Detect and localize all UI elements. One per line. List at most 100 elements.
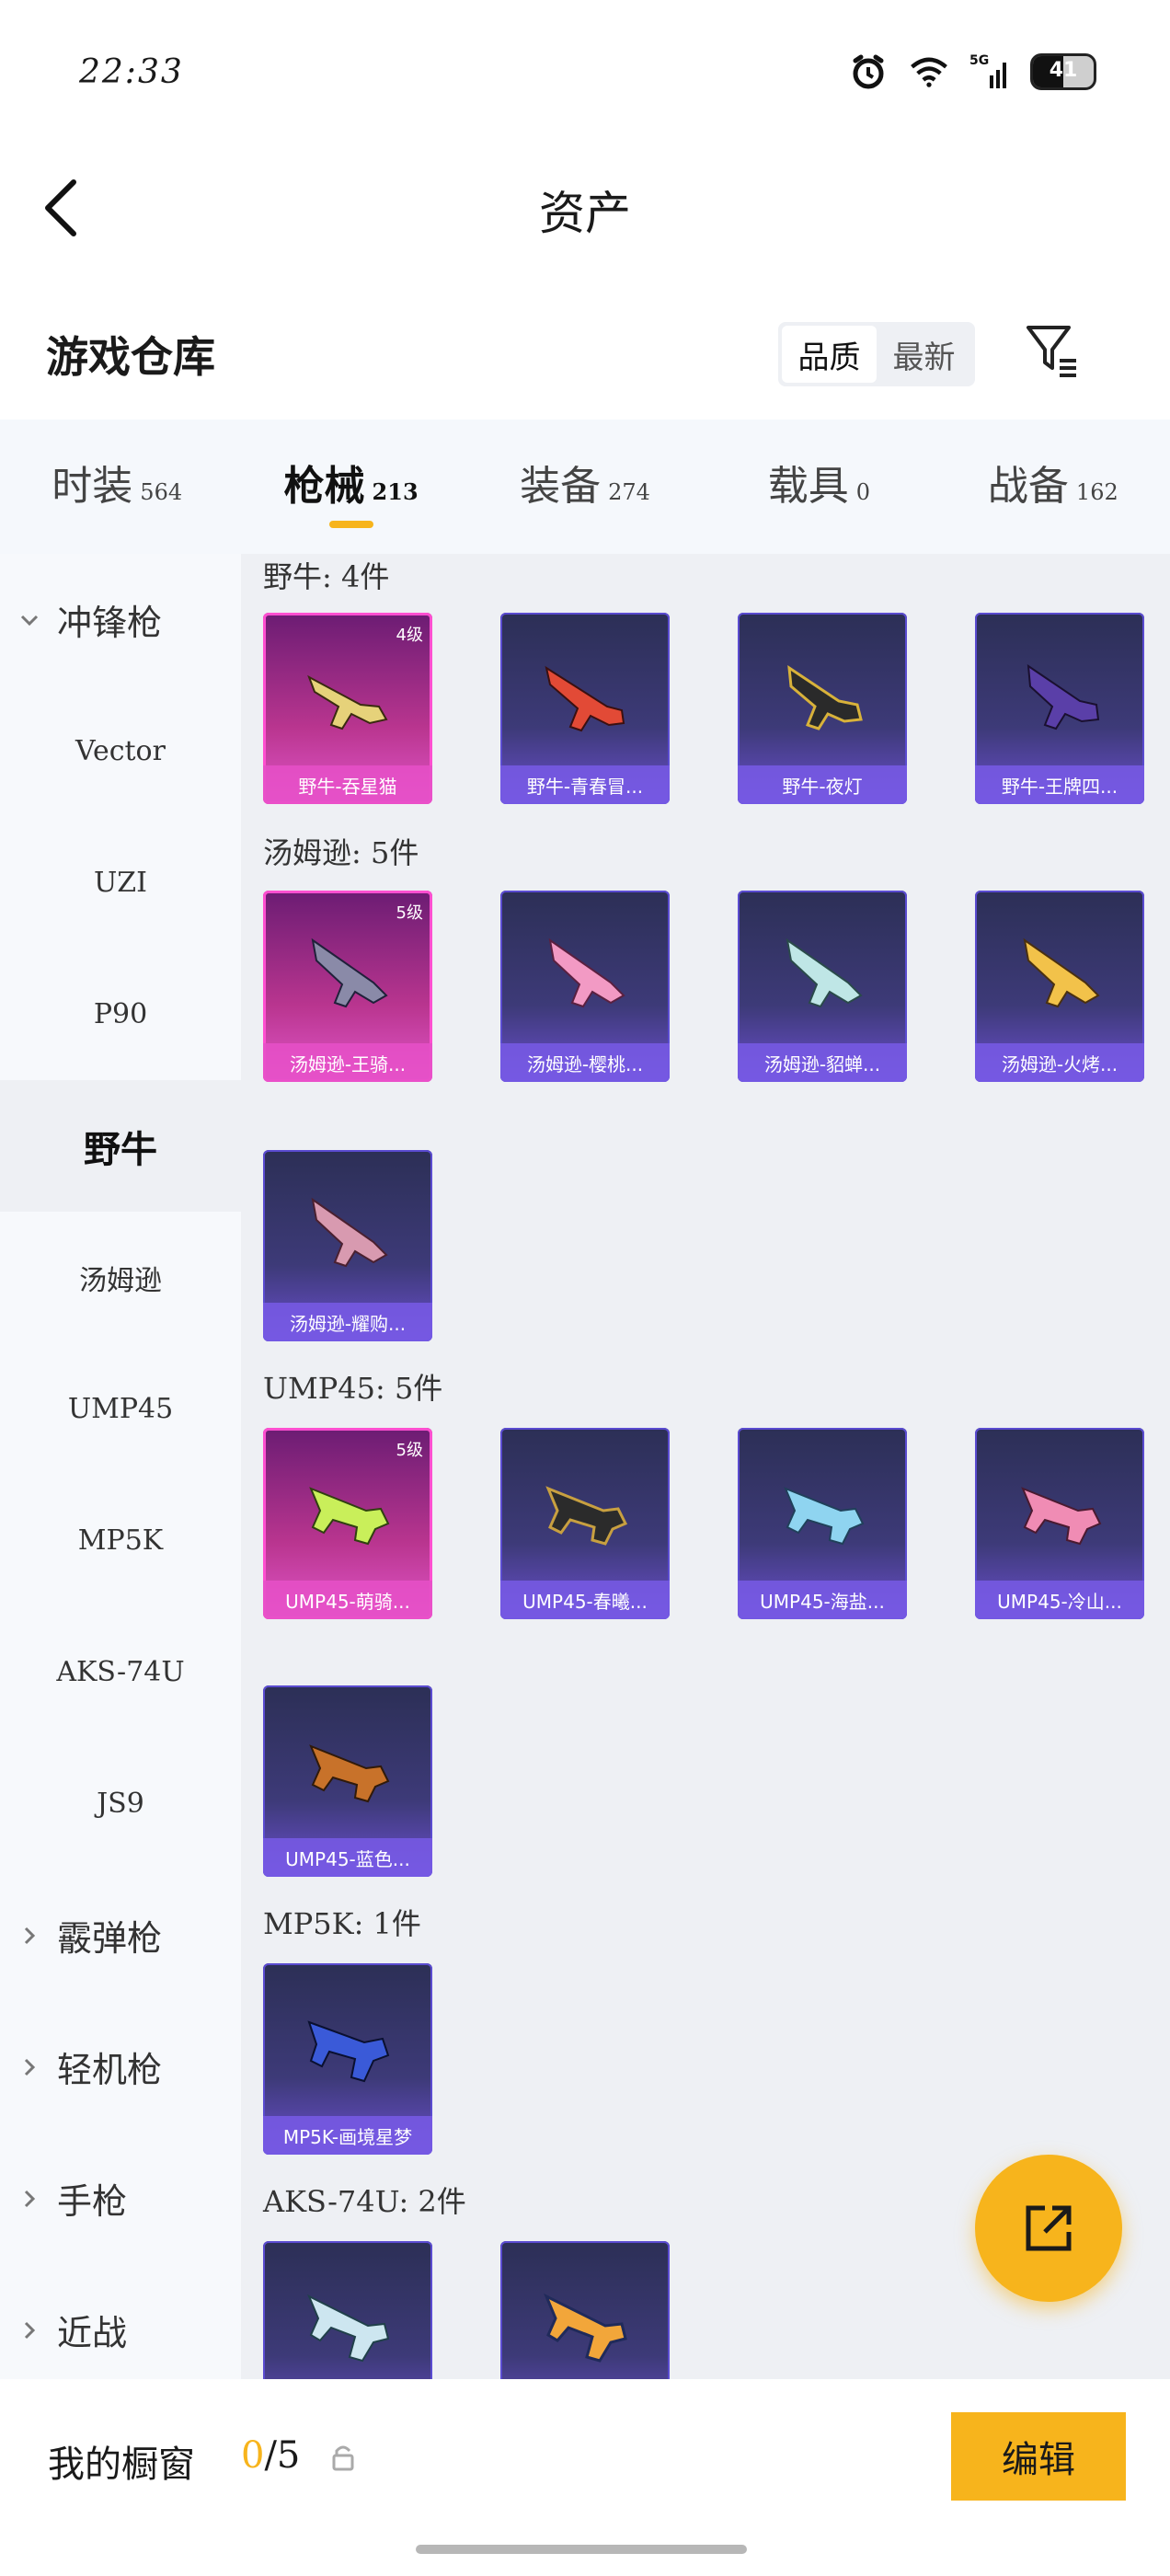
skin-name: UMP45-冷山... <box>975 1581 1144 1619</box>
chevron-right-icon <box>24 2321 36 2339</box>
skin-card[interactable] <box>263 2241 432 2379</box>
level-badge: 5级 <box>396 1441 423 1460</box>
gun-icon <box>307 2020 390 2083</box>
gun-icon <box>1021 1487 1102 1546</box>
chevron-right-icon <box>24 2190 36 2207</box>
sidebar-group-smg[interactable]: 冲锋枪 <box>0 554 241 685</box>
sidebar-item-ump45[interactable]: UMP45 <box>0 1343 241 1475</box>
page-title: 资产 <box>539 187 631 240</box>
sidebar-group-shotgun[interactable]: 霰弹枪 <box>0 1869 241 2001</box>
skin-card[interactable]: 汤姆逊-貂蝉... <box>738 891 907 1082</box>
gun-icon <box>544 2293 627 2363</box>
edit-button[interactable]: 编辑 <box>951 2412 1126 2501</box>
sort-toggle[interactable]: 品质 最新 <box>778 322 975 386</box>
sort-quality[interactable]: 品质 <box>782 326 877 383</box>
skin-card[interactable]: 汤姆逊-樱桃... <box>500 891 670 1082</box>
tab-equipment[interactable]: 装备 274 <box>468 420 702 554</box>
sidebar-item-aks74u[interactable]: AKS-74U <box>0 1606 241 1738</box>
group-label-ump45: UMP45: 5件 <box>263 1371 443 1406</box>
skin-card[interactable]: UMP45-冷山... <box>975 1428 1144 1619</box>
skin-name: UMP45-蓝色... <box>263 1838 432 1877</box>
sidebar-item-vector[interactable]: Vector <box>0 685 241 817</box>
skin-name: 汤姆逊-火烤... <box>975 1043 1144 1082</box>
skin-card[interactable]: 野牛-青春冒... <box>500 613 670 804</box>
sidebar-item-js9[interactable]: JS9 <box>0 1738 241 1869</box>
lock-icon <box>332 2445 354 2471</box>
weapon-grid: 野牛: 4件 4级 野牛-吞星猫 野牛-青春冒... 野牛-夜灯 野牛-王牌四.… <box>241 554 1170 2379</box>
skin-card[interactable]: 野牛-王牌四... <box>975 613 1144 804</box>
weapon-sidebar: 冲锋枪 Vector UZI P90 野牛 汤姆逊 UMP45 MP5K AKS… <box>0 554 241 2379</box>
gun-icon <box>545 1486 628 1546</box>
gun-icon <box>784 1487 865 1546</box>
sidebar-group-melee[interactable]: 近战 <box>0 2264 241 2396</box>
skin-name: 野牛-夜灯 <box>738 765 907 804</box>
skin-card[interactable]: UMP45-蓝色... <box>263 1685 432 1877</box>
chevron-right-icon <box>24 2058 36 2076</box>
gun-icon <box>307 674 388 730</box>
gun-icon <box>311 1197 388 1268</box>
tab-vehicles[interactable]: 载具 0 <box>702 420 935 554</box>
signal-icon: 5G <box>969 53 1006 88</box>
chevron-right-icon <box>24 1926 36 1944</box>
skin-card[interactable]: 5级 UMP45-萌骑... <box>263 1428 432 1619</box>
sidebar-item-p90[interactable]: P90 <box>0 949 241 1080</box>
tab-fashion[interactable]: 时装 564 <box>0 420 234 554</box>
skin-card[interactable]: UMP45-春曦... <box>500 1428 670 1619</box>
gun-icon <box>548 937 625 1008</box>
skin-card[interactable]: 汤姆逊-火烤... <box>975 891 1144 1082</box>
gun-icon <box>787 664 863 730</box>
sidebar-item-bison[interactable]: 野牛 <box>0 1080 241 1212</box>
share-icon <box>1026 2205 1072 2251</box>
showcase-count: 0/5 <box>241 2434 301 2477</box>
skin-card[interactable]: 汤姆逊-耀购... <box>263 1150 432 1341</box>
sidebar-item-thompson[interactable]: 汤姆逊 <box>0 1212 241 1343</box>
showcase-label: 我的橱窗 <box>48 2444 195 2486</box>
level-badge: 4级 <box>396 626 423 645</box>
filter-icon[interactable] <box>1023 320 1082 379</box>
group-label-aks74u: AKS-74U: 2件 <box>263 2184 466 2219</box>
section-title: 游戏仓库 <box>46 332 215 382</box>
skin-name: UMP45-萌骑... <box>263 1581 432 1619</box>
gun-icon <box>1023 937 1100 1008</box>
skin-name: MP5K-画境星梦 <box>263 2116 432 2155</box>
share-fab[interactable] <box>975 2155 1122 2302</box>
skin-card[interactable]: 野牛-夜灯 <box>738 613 907 804</box>
tab-guns[interactable]: 枪械 213 <box>234 420 467 554</box>
sidebar-item-mp5k[interactable]: MP5K <box>0 1475 241 1606</box>
gun-icon <box>1027 663 1100 730</box>
skin-card[interactable]: 4级 野牛-吞星猫 <box>263 613 432 804</box>
gun-icon <box>309 1487 390 1546</box>
sidebar-group-pistol[interactable]: 手枪 <box>0 2133 241 2264</box>
skin-name: 野牛-青春冒... <box>500 765 670 804</box>
gun-icon <box>309 1744 390 1803</box>
group-label-thompson: 汤姆逊: 5件 <box>263 835 419 870</box>
alarm-icon <box>853 54 884 89</box>
status-bar: 22:33 5G 41 <box>0 0 1170 138</box>
sort-newest[interactable]: 最新 <box>877 326 971 383</box>
category-tabs: 时装 564 枪械 213 装备 274 载具 0 战备 162 <box>0 420 1170 554</box>
skin-card[interactable] <box>500 2241 670 2379</box>
group-label-bison: 野牛: 4件 <box>263 559 390 594</box>
sidebar-group-lmg[interactable]: 轻机枪 <box>0 2001 241 2133</box>
skin-name: 野牛-王牌四... <box>975 765 1144 804</box>
skin-name: 野牛-吞星猫 <box>263 765 432 804</box>
status-time: 22:33 <box>79 53 184 91</box>
skin-card[interactable]: MP5K-画境星梦 <box>263 1963 432 2155</box>
group-label-mp5k: MP5K: 1件 <box>263 1906 421 1941</box>
level-badge: 5级 <box>396 903 423 923</box>
wifi-icon <box>911 57 947 87</box>
tab-supplies[interactable]: 战备 162 <box>936 420 1170 554</box>
gun-icon <box>307 2294 390 2363</box>
skin-name: 汤姆逊-王骑... <box>263 1043 432 1082</box>
gun-icon <box>786 937 863 1008</box>
home-indicator[interactable] <box>416 2545 747 2554</box>
skin-name: UMP45-春曦... <box>500 1581 670 1619</box>
skin-card[interactable]: UMP45-海盐... <box>738 1428 907 1619</box>
battery-icon: 41 <box>1030 53 1096 90</box>
skin-card[interactable]: 5级 汤姆逊-王骑... <box>263 891 432 1082</box>
skin-name: UMP45-海盐... <box>738 1581 907 1619</box>
svg-text:5G: 5G <box>969 53 989 68</box>
skin-name: 汤姆逊-耀购... <box>263 1303 432 1341</box>
sidebar-item-uzi[interactable]: UZI <box>0 817 241 949</box>
skin-name: 汤姆逊-樱桃... <box>500 1043 670 1082</box>
